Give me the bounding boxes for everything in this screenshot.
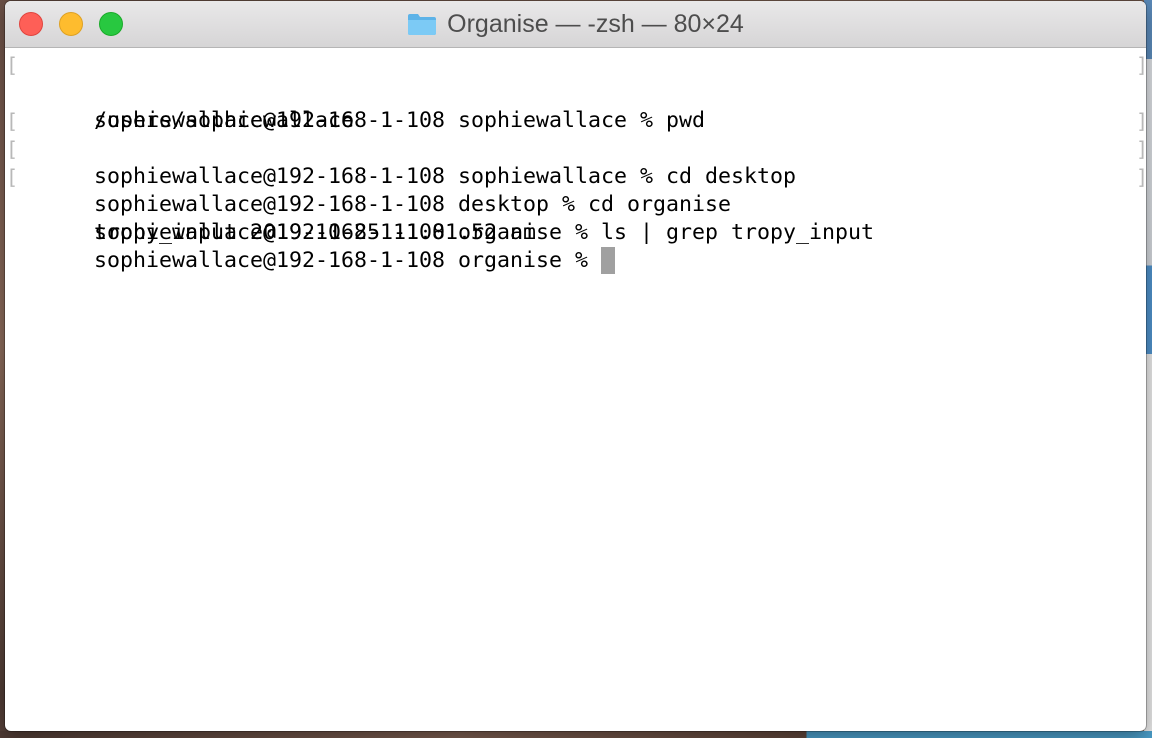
desktop-background-bottom — [0, 731, 1152, 738]
line-mark-right: ] — [1136, 165, 1146, 189]
terminal-window[interactable]: Organise — -zsh — 80×24 [ sophiewallace@… — [5, 1, 1146, 731]
terminal-line: [ sophiewallace@192-168-1-108 desktop % … — [5, 135, 1146, 217]
terminal-line: [ sophiewallace@192-168-1-108 organise %… — [5, 163, 1146, 245]
text-cursor — [601, 247, 616, 274]
terminal-line: [ sophiewallace@192-168-1-108 sophiewall… — [5, 51, 1146, 133]
line-mark-left: [ — [6, 137, 19, 161]
terminal-line: [ sophiewallace@192-168-1-108 sophiewall… — [5, 107, 1146, 189]
window-title-group: Organise — -zsh — 80×24 — [5, 1, 1146, 47]
line-mark-left: [ — [6, 53, 19, 77]
line-mark-left: [ — [6, 165, 19, 189]
terminal-line: /users/sophiewallace — [5, 79, 1146, 133]
terminal-prompt-line[interactable]: sophiewallace@192-168-1-108 organise % — [5, 219, 1146, 274]
line-mark-right: ] — [1136, 137, 1146, 161]
window-title: Organise — -zsh — 80×24 — [447, 9, 744, 38]
title-bar[interactable]: Organise — -zsh — 80×24 — [5, 1, 1146, 48]
terminal-line: tropy_input 2019-10-25 11.01.52 am — [5, 191, 1146, 245]
line-mark-left: [ — [6, 109, 19, 133]
line-mark-right: ] — [1136, 53, 1146, 77]
terminal-prompt: sophiewallace@192-168-1-108 organise % — [94, 248, 602, 273]
line-mark-right: ] — [1136, 109, 1146, 133]
folder-icon — [407, 12, 437, 36]
terminal-output[interactable]: [ sophiewallace@192-168-1-108 sophiewall… — [5, 48, 1146, 731]
